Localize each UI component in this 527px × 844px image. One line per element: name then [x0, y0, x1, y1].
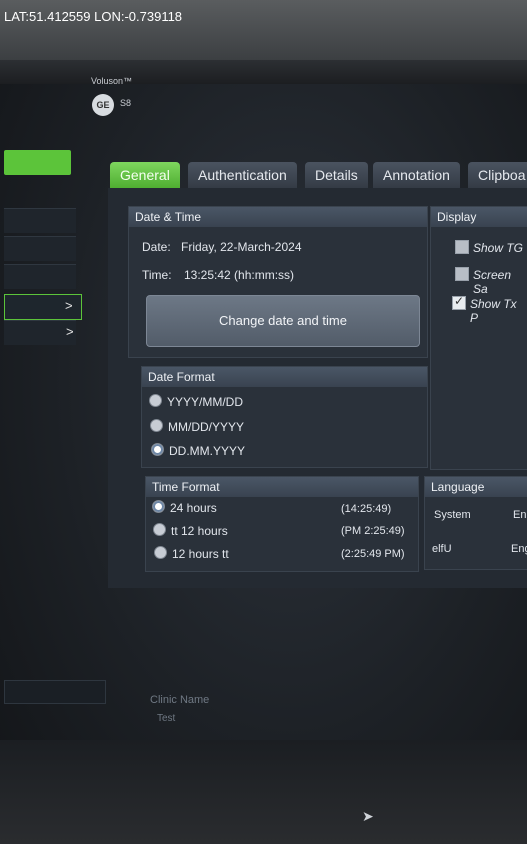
time-format-24h-radio[interactable] — [152, 500, 165, 513]
date-format-mmdd-radio[interactable] — [150, 419, 163, 432]
time-format-title: Time Format — [146, 477, 418, 497]
time-format-12tt-radio[interactable] — [154, 546, 167, 559]
show-tgc-checkbox[interactable] — [455, 240, 469, 254]
show-tx-checkbox[interactable]: ✓ — [452, 294, 466, 310]
lower-bezel — [0, 740, 527, 844]
tab-annotation[interactable]: Annotation — [373, 162, 460, 188]
sidebar-item-active[interactable] — [4, 150, 71, 175]
model-name: S8 — [120, 98, 132, 108]
ge-logo-icon: GE — [92, 94, 114, 116]
sidebar-footer-item[interactable] — [4, 680, 106, 704]
clinic-name-label: Clinic Name — [150, 694, 210, 706]
time-format-tt12-label: tt 12 hours — [171, 524, 228, 538]
screen-photo: LAT:51.412559 LON:-0.739118 Voluson™ GE … — [0, 0, 527, 844]
date-format-yyyy-label: YYYY/MM/DD — [167, 395, 244, 409]
time-format-24h-example: (14:25:49) — [341, 503, 392, 515]
tab-details[interactable]: Details — [305, 162, 368, 188]
sidebar-item[interactable] — [4, 236, 76, 261]
sidebar-item[interactable] — [4, 208, 76, 233]
time-format-tt12-radio[interactable] — [153, 523, 166, 536]
time-label: Time: — [142, 268, 172, 282]
tab-general[interactable]: General — [110, 162, 180, 188]
monitor-bezel — [0, 60, 527, 84]
sidebar-item[interactable]: > — [4, 320, 76, 345]
date-label: Date: — [142, 240, 171, 254]
language-section: Language — [424, 476, 527, 570]
show-tgc-label: Show TG — [473, 241, 524, 255]
date-time-title: Date & Time — [129, 207, 427, 227]
gps-coordinates: LAT:51.412559 LON:-0.739118 — [4, 9, 183, 24]
sidebar-item[interactable] — [4, 264, 76, 289]
time-value: 13:25:42 (hh:mm:ss) — [184, 268, 295, 282]
language-system-label: System — [434, 509, 471, 521]
show-tx-label: Show Tx P — [470, 297, 517, 325]
check-icon: ✓ — [454, 294, 465, 308]
chevron-right-icon: > — [66, 324, 74, 339]
language-system-value[interactable]: En — [513, 509, 526, 521]
date-format-mmdd-label: MM/DD/YYYY — [168, 420, 245, 434]
chevron-right-icon: > — [65, 298, 73, 313]
tab-clipboard[interactable]: Clipboa — [468, 162, 527, 188]
date-format-ddmm-label: DD.MM.YYYY — [169, 444, 246, 458]
brand-name: Voluson™ — [91, 76, 133, 86]
mouse-cursor-icon: ➤ — [362, 808, 374, 824]
time-format-12tt-label: 12 hours tt — [172, 547, 229, 561]
date-format-title: Date Format — [142, 367, 427, 387]
clinic-name-value[interactable]: Test — [157, 713, 175, 724]
date-value: Friday, 22-March-2024 — [181, 240, 302, 254]
camera-overlay-bar: LAT:51.412559 LON:-0.739118 — [0, 0, 527, 60]
display-title: Display — [431, 207, 527, 227]
language-elfu-value[interactable]: Eng — [511, 543, 527, 555]
date-format-ddmm-radio[interactable] — [151, 443, 164, 456]
change-date-time-button[interactable]: Change date and time — [146, 295, 420, 347]
time-format-12tt-example: (2:25:49 PM) — [341, 548, 405, 560]
screen-saver-checkbox[interactable] — [455, 267, 469, 281]
time-format-tt12-example: (PM 2:25:49) — [341, 525, 405, 537]
sidebar-item-selected[interactable]: > — [4, 294, 82, 320]
language-elfu-label: elfU — [432, 543, 452, 555]
screen-saver-label: Screen Sa — [473, 268, 512, 296]
date-format-yyyy-radio[interactable] — [149, 394, 162, 407]
language-title: Language — [425, 477, 527, 497]
tab-authentication[interactable]: Authentication — [188, 162, 297, 188]
time-format-24h-label: 24 hours — [170, 501, 217, 515]
